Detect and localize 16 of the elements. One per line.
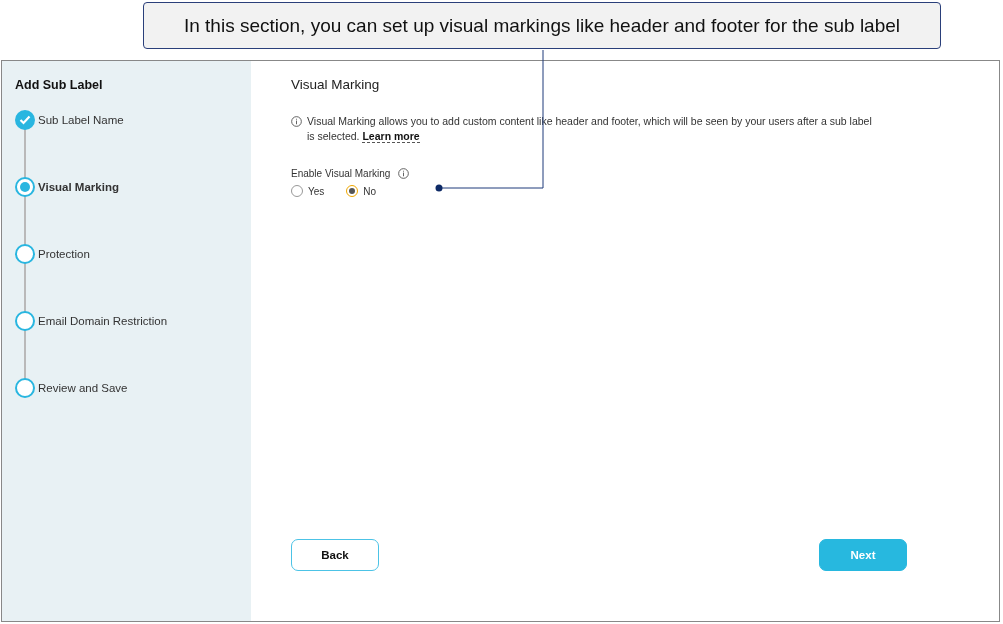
info-icon: [398, 168, 410, 179]
step-label[interactable]: Email Domain Restriction: [38, 315, 168, 327]
learn-more-link[interactable]: Learn more: [362, 130, 420, 143]
step-label[interactable]: Protection: [38, 248, 90, 260]
step-label[interactable]: Review and Save: [38, 382, 128, 394]
radio-option[interactable]: No: [346, 185, 377, 197]
callout-box: In this section, you can set up visual markings like header and footer for the sub label: [143, 2, 941, 49]
radio-option[interactable]: Yes: [291, 185, 325, 197]
field-label: Enable Visual Marking: [291, 168, 391, 179]
section-heading: Visual Marking: [291, 77, 381, 92]
back-button[interactable]: Back: [291, 539, 379, 571]
info-icon: [291, 116, 302, 127]
step-label[interactable]: Visual Marking: [38, 181, 119, 193]
step-label[interactable]: Sub Label Name: [38, 114, 124, 126]
sidebar-title: Add Sub Label: [15, 78, 104, 92]
info-text: Visual Marking allows you to add custom content like header and footer, which will be seen by your users after a sub label is selected. Learn more: [307, 114, 873, 144]
